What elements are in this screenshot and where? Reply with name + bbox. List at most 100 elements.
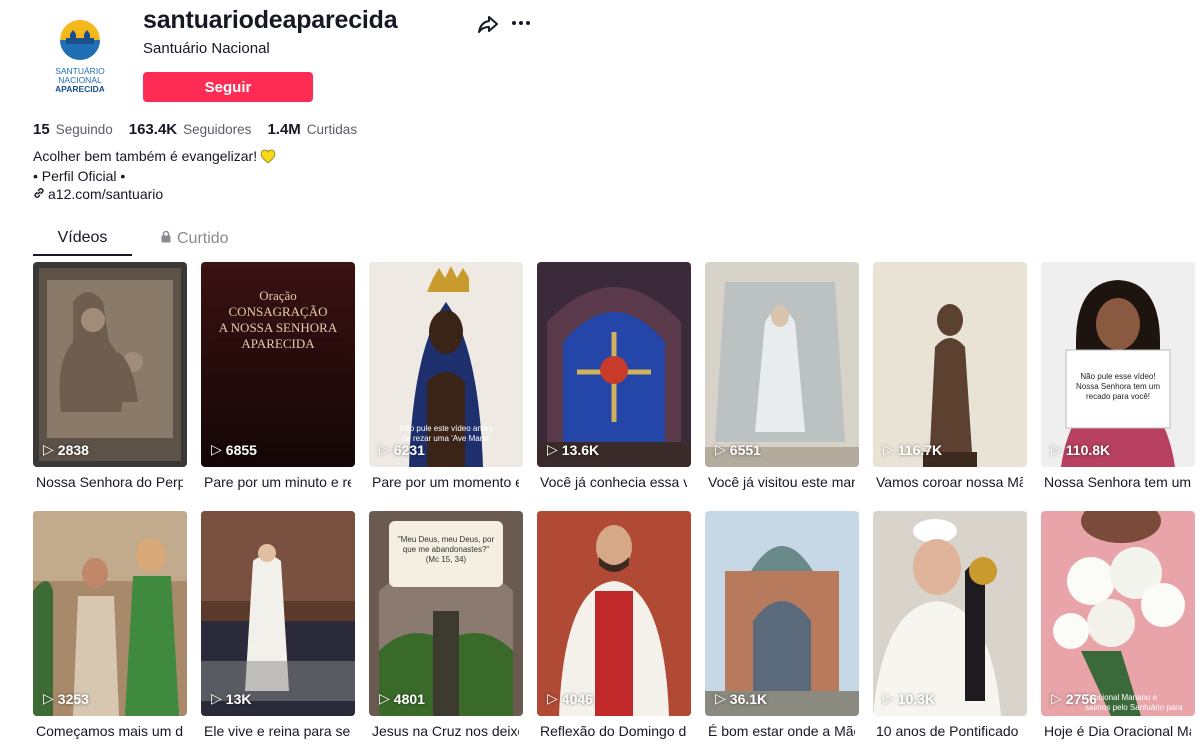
video-card[interactable]: ▷2838 Nossa Senhora do Perpétuo Socorro: [33, 262, 187, 490]
stat-label: Seguidores: [183, 122, 252, 137]
video-caption[interactable]: É bom estar onde a Mãe está: [705, 723, 855, 739]
video-card[interactable]: ▷ 3253 Começamos mais um dia: [33, 511, 187, 739]
video-caption[interactable]: Pare por um minuto e reze: [201, 474, 351, 490]
profile-handle: santuariodeaparecida: [143, 6, 398, 34]
video-caption[interactable]: Reflexão do Domingo de Ramos: [537, 723, 687, 739]
video-thumbnail[interactable]: "Meu Deus, meu Deus, por que me abandona…: [369, 511, 523, 716]
view-count: ▷ 6855: [211, 441, 257, 458]
view-count: ▷ 116.7K: [883, 441, 943, 458]
video-thumbnail[interactable]: Oração CONSAGRAÇÃO A NOSSA SENHORA APARE…: [201, 262, 355, 467]
avatar[interactable]: SANTUÁRIO NACIONAL APARECIDA: [33, 4, 127, 98]
video-thumbnail[interactable]: Não pule este vídeo antes de rezar uma '…: [369, 262, 523, 467]
video-thumbnail[interactable]: ▷ 4046: [537, 511, 691, 716]
view-count: ▷ 2838: [43, 441, 89, 458]
video-card[interactable]: ▷4046 Reflexão do Domingo de Ramos: [537, 511, 691, 739]
stat-value: 163.4K: [128, 121, 178, 138]
video-caption[interactable]: Nossa Senhora do Perpétuo Socorro: [33, 474, 183, 490]
video-caption[interactable]: Você já visitou este manto?: [705, 474, 855, 490]
video-thumbnail[interactable]: ▷ 10.3K: [873, 511, 1027, 716]
view-count: ▷ 13.6K: [547, 441, 600, 458]
video-card[interactable]: ▷ 116.7K Vamos coroar nossa Mãe: [873, 262, 1027, 490]
video-overlay-text: Não pule esse vídeo! Nossa Senhora tem u…: [1075, 372, 1161, 401]
video-card[interactable]: ▷36.1K É bom estar onde a Mãe está: [705, 511, 859, 739]
stat-value: 1.4M: [267, 121, 301, 138]
tab-videos[interactable]: Vídeos: [33, 222, 132, 256]
bio-line: • Perfil Oficial •: [33, 168, 126, 184]
video-card[interactable]: ▷13.6K Você já conhecia essa vitral?: [537, 262, 691, 490]
video-caption[interactable]: Hoje é Dia Oracional Mariano: [1041, 723, 1191, 739]
video-thumbnail[interactable]: ▷ 13K: [201, 511, 355, 716]
profile-link-text: a12.com/santuario: [48, 186, 164, 202]
stat-value: 15: [33, 121, 50, 138]
yellow-heart-icon: [260, 149, 276, 168]
video-caption[interactable]: Começamos mais um dia: [33, 723, 183, 739]
video-card[interactable]: ▷13K Ele vive e reina para sempre: [201, 511, 355, 739]
video-caption[interactable]: Vamos coroar nossa Mãe: [873, 474, 1023, 490]
play-icon: ▷: [1051, 441, 1062, 457]
view-count: ▷ 36.1K: [715, 690, 768, 707]
play-icon: ▷: [43, 441, 54, 457]
video-overlay-text: "Meu Deus, meu Deus, por que me abandona…: [397, 535, 495, 564]
view-count: ▷ 2756: [1051, 690, 1097, 707]
stat-followers[interactable]: 163.4K Seguidores: [129, 121, 252, 138]
video-thumbnail[interactable]: ▷ 2838: [33, 262, 187, 467]
video-caption[interactable]: 10 anos de Pontificado do Papa: [873, 723, 1023, 739]
video-caption[interactable]: Pare por um momento e reze: [369, 474, 519, 490]
view-count: ▷ 6551: [715, 441, 761, 458]
profile-stats: 15 Seguindo 163.4K Seguidores 1.4M Curti…: [33, 121, 373, 138]
video-thumbnail[interactable]: ▷ 6551: [705, 262, 859, 467]
tab-liked-label: Curtido: [177, 230, 229, 247]
follow-button[interactable]: Seguir: [143, 72, 313, 102]
profile-tabs: Vídeos Curtido: [33, 222, 257, 256]
lock-icon: [160, 230, 172, 248]
stat-likes: 1.4M Curtidas: [267, 121, 357, 138]
video-card[interactable]: Oracional Mariano e salmos pelo Santuári…: [1041, 511, 1195, 739]
video-thumbnail[interactable]: Não pule esse vídeo! Nossa Senhora tem u…: [1041, 262, 1195, 467]
play-icon: ▷: [547, 690, 558, 706]
stat-following[interactable]: 15 Seguindo: [33, 121, 113, 138]
video-thumbnail[interactable]: ▷ 36.1K: [705, 511, 859, 716]
view-count: ▷ 6231: [379, 441, 425, 458]
view-count: ▷ 13K: [211, 690, 252, 707]
video-thumbnail[interactable]: ▷ 116.7K: [873, 262, 1027, 467]
video-caption[interactable]: Você já conhecia essa vitral?: [537, 474, 687, 490]
video-card[interactable]: "Meu Deus, meu Deus, por que me abandona…: [369, 511, 523, 739]
video-card[interactable]: Oração CONSAGRAÇÃO A NOSSA SENHORA APARE…: [201, 262, 355, 490]
video-overlay-text: Oracional Mariano e salmos pelo Santuári…: [1085, 693, 1183, 712]
video-card[interactable]: Não pule este vídeo antes de rezar uma '…: [369, 262, 523, 490]
stat-label: Seguindo: [55, 122, 113, 137]
profile-display-name: Santuário Nacional: [143, 40, 270, 57]
tab-liked[interactable]: Curtido: [160, 222, 257, 256]
play-icon: ▷: [883, 441, 894, 457]
svg-text:APARECIDA: APARECIDA: [55, 84, 105, 94]
video-thumbnail[interactable]: Oracional Mariano e salmos pelo Santuári…: [1041, 511, 1195, 716]
play-icon: ▷: [715, 690, 726, 706]
link-icon: [33, 186, 45, 202]
stat-label: Curtidas: [306, 122, 358, 137]
video-card[interactable]: Não pule esse vídeo! Nossa Senhora tem u…: [1041, 262, 1195, 490]
video-overlay-text: Oração CONSAGRAÇÃO A NOSSA SENHORA APARE…: [218, 288, 338, 351]
view-count: ▷ 10.3K: [883, 690, 936, 707]
video-thumbnail[interactable]: ▷ 3253: [33, 511, 187, 716]
view-count: ▷ 4801: [379, 690, 425, 707]
bio-line: Acolher bem também é evangelizar!: [33, 148, 258, 164]
video-thumbnail[interactable]: ▷ 13.6K: [537, 262, 691, 467]
profile-link[interactable]: a12.com/santuario: [33, 186, 163, 202]
view-count: ▷ 4046: [547, 690, 593, 707]
video-card[interactable]: ▷10.3K 10 anos de Pontificado do Papa: [873, 511, 1027, 739]
play-icon: ▷: [1051, 690, 1062, 706]
play-icon: ▷: [547, 441, 558, 457]
play-icon: ▷: [379, 690, 390, 706]
view-count: ▷ 110.8K: [1051, 441, 1111, 458]
video-caption[interactable]: Jesus na Cruz nos deixou: [369, 723, 519, 739]
play-icon: ▷: [211, 690, 222, 706]
more-icon[interactable]: [509, 12, 533, 34]
video-caption[interactable]: Nossa Senhora tem um recado: [1041, 474, 1191, 490]
share-icon[interactable]: [476, 13, 500, 35]
play-icon: ▷: [715, 441, 726, 457]
view-count: ▷ 3253: [43, 690, 89, 707]
play-icon: ▷: [43, 690, 54, 706]
video-caption[interactable]: Ele vive e reina para sempre: [201, 723, 351, 739]
video-card[interactable]: ▷6551 Você já visitou este manto?: [705, 262, 859, 490]
play-icon: ▷: [211, 441, 222, 457]
